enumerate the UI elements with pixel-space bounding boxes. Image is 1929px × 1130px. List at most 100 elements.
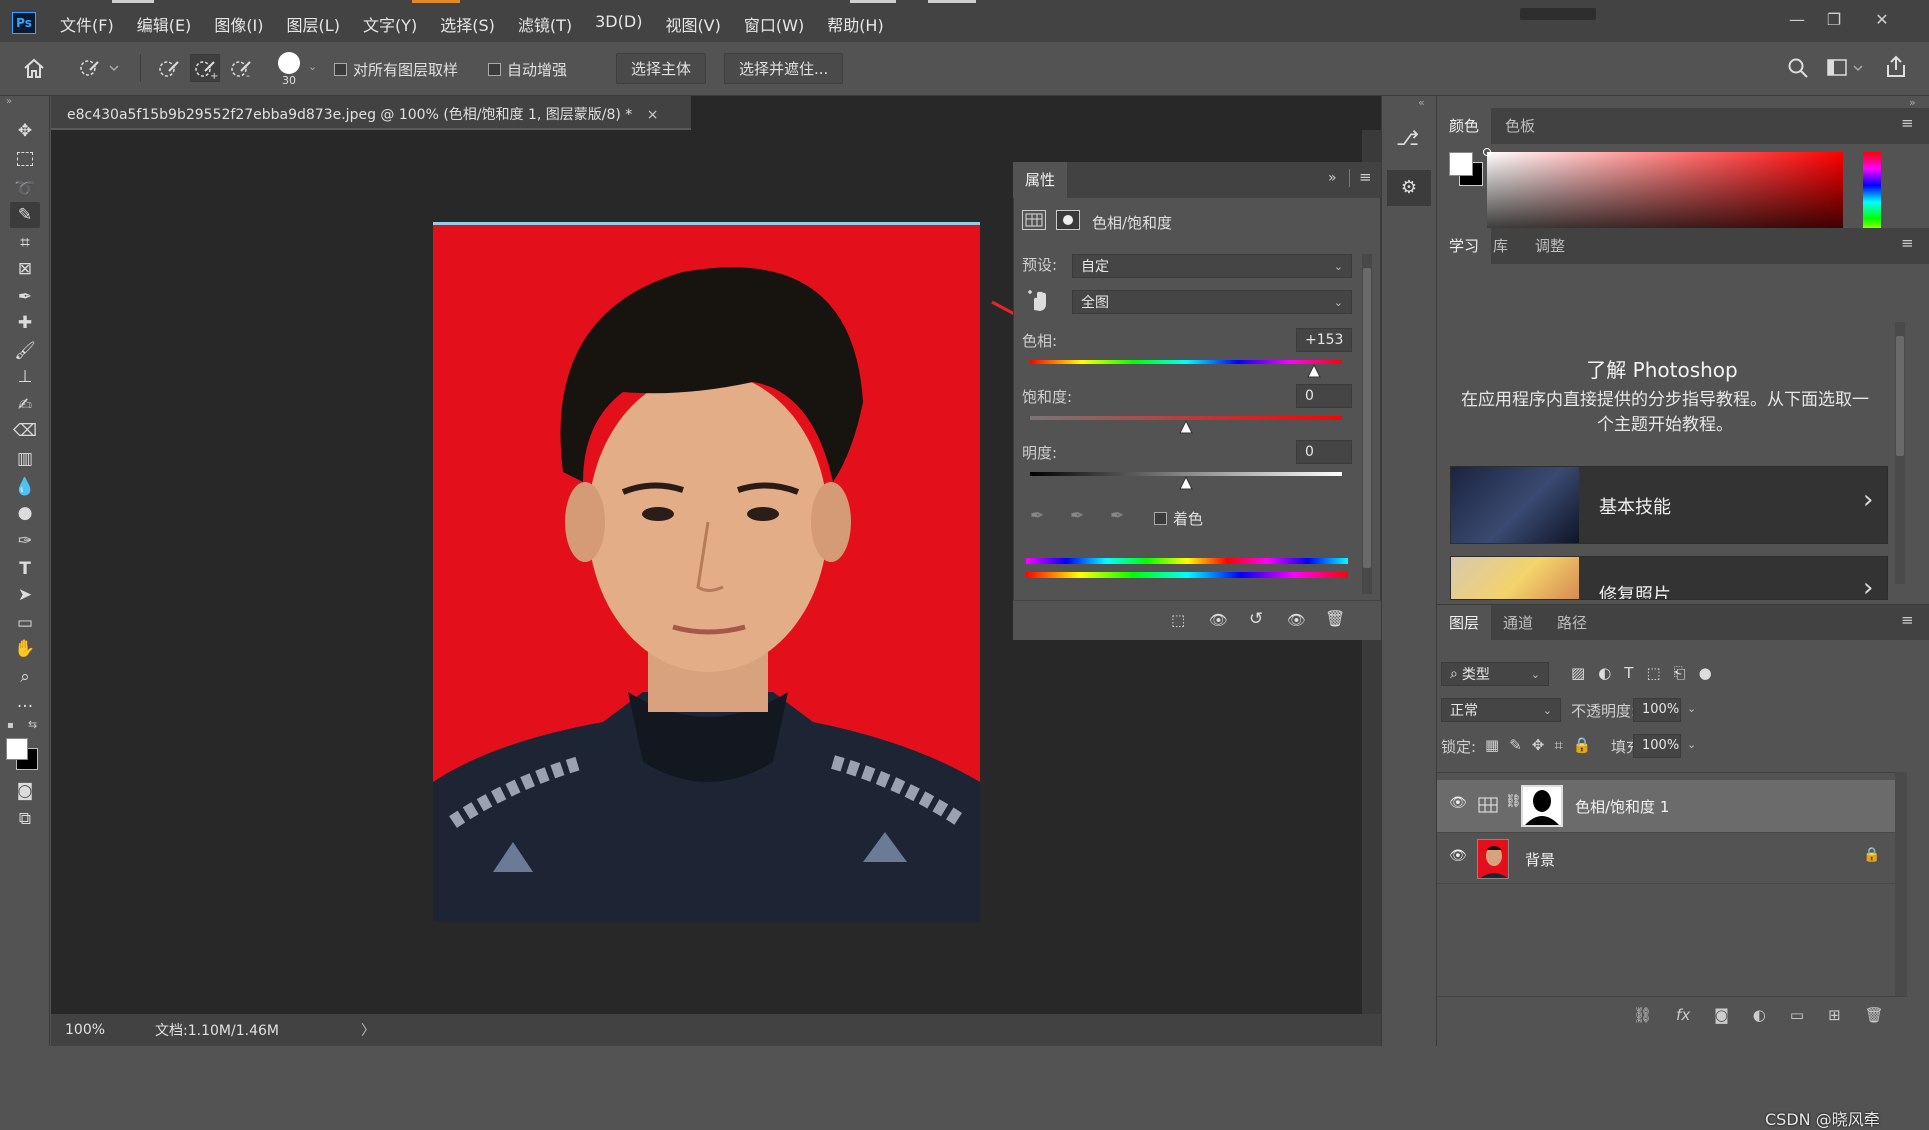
minimize-button[interactable]: — [1785,10,1809,30]
opacity-chevron-icon[interactable]: ⌄ [1687,702,1696,715]
foreground-color-swatch[interactable] [6,738,28,760]
zoom-level[interactable]: 100% [65,1022,105,1038]
document-image[interactable] [433,222,980,922]
sample-all-layers-checkbox[interactable]: 对所有图层取样 [334,59,458,80]
visibility-icon[interactable]: 👁 [1287,611,1306,629]
eyedropper-add-icon[interactable]: ✒ [1070,506,1084,526]
healing-brush-tool-icon[interactable]: ✚ [10,310,40,336]
clip-to-layer-icon[interactable]: ⬚ [1171,611,1185,629]
tab-adjustments[interactable]: 调整 [1523,228,1577,264]
select-and-mask-button[interactable]: 选择并遮住... [724,53,844,84]
zoom-tool-icon[interactable]: ⌕ [10,664,40,690]
lightness-value-input[interactable]: 0 [1296,440,1352,464]
history-panel-icon[interactable]: ⎇ [1396,126,1419,150]
layer-mask-icon[interactable] [1056,210,1080,230]
filter-smart-object-icon[interactable]: ⎗ [1674,664,1686,682]
pen-tool-icon[interactable]: ✑ [10,528,40,554]
reset-icon[interactable]: ↺ [1249,609,1263,629]
select-subject-button[interactable]: 选择主体 [616,53,707,84]
auto-enhance-checkbox[interactable]: 自动增强 [488,59,567,80]
learn-card-fix-photos[interactable]: 修复照片 › [1450,556,1888,600]
more-tools-icon[interactable]: ··· [10,694,40,720]
menu-3d[interactable]: 3D(D) [595,12,642,36]
filter-toggle-icon[interactable]: ● [1699,664,1712,682]
dodge-tool-icon[interactable]: ● [10,500,40,526]
swap-colors-icon[interactable]: ⇆ [28,718,37,731]
quick-selection-tool-icon[interactable] [76,56,122,80]
layer-row-background[interactable]: 👁 背景 🔒 [1437,832,1897,884]
foreground-color-chip[interactable] [1449,152,1473,176]
frame-tool-icon[interactable]: ⊠ [10,256,40,282]
hue-value-input[interactable]: +153 [1296,328,1352,352]
new-adjustment-layer-icon[interactable]: ◐ [1753,1006,1766,1024]
filter-adjustment-icon[interactable]: ◐ [1598,664,1611,682]
lightness-slider-thumb[interactable] [1179,476,1193,490]
workspace-layout-icon[interactable] [1826,57,1866,79]
properties-scrollbar[interactable] [1362,254,1372,594]
expand-toolbar-icon[interactable]: » [6,96,12,107]
close-button[interactable]: ✕ [1870,10,1894,30]
adjustment-layer-icon[interactable] [1022,210,1046,230]
panel-menu-icon[interactable]: ≡ [1359,168,1372,186]
opacity-input[interactable]: 100% [1633,698,1681,722]
layer-name[interactable]: 背景 [1525,849,1555,870]
search-icon[interactable] [1786,56,1810,80]
menu-help[interactable]: 帮助(H) [827,12,884,36]
lock-position-icon[interactable]: ✥ [1532,736,1545,754]
clone-stamp-tool-icon[interactable]: ⊥ [10,364,40,390]
path-selection-tool-icon[interactable]: ➤ [10,582,40,608]
tab-channels[interactable]: 通道 [1491,605,1545,641]
blur-tool-icon[interactable]: 💧 [10,474,40,500]
status-menu-arrow-icon[interactable]: 〉 [361,1020,375,1040]
tab-libraries[interactable]: 库 [1481,228,1520,264]
filter-pixel-icon[interactable]: ▨ [1571,664,1585,682]
properties-panel-button[interactable]: ⚙ [1387,170,1431,206]
default-colors-icon[interactable]: ▪ [7,720,14,731]
quick-selection-tool-icon[interactable]: ✎ [10,202,40,228]
menu-view[interactable]: 视图(V) [665,12,720,36]
menu-image[interactable]: 图像(I) [214,12,263,36]
panel-menu-icon[interactable]: ≡ [1901,611,1914,629]
tab-properties[interactable]: 属性 [1013,162,1067,198]
menu-type[interactable]: 文字(Y) [363,12,417,36]
menu-filter[interactable]: 滤镜(T) [518,12,572,36]
delete-icon[interactable]: 🗑 [1325,609,1345,628]
fill-chevron-icon[interactable]: ⌄ [1687,738,1696,751]
menu-select[interactable]: 选择(S) [440,12,495,36]
lock-all-icon[interactable]: 🔒 [1573,736,1592,754]
lock-image-icon[interactable]: ✎ [1509,736,1522,754]
delete-layer-icon[interactable]: 🗑 [1865,1006,1884,1024]
colorize-checkbox[interactable]: 着色 [1154,508,1203,529]
menu-edit[interactable]: 编辑(E) [137,12,192,36]
hand-tool-icon[interactable]: ✋ [10,636,40,662]
learn-scrollbar[interactable] [1895,322,1905,584]
chain-link-icon[interactable]: ⛓ [1505,794,1522,809]
range-dropdown[interactable]: 全图 ⌄ [1072,290,1352,314]
add-mask-icon[interactable]: ◙ [1714,1006,1729,1024]
new-layer-icon[interactable]: ⊞ [1828,1006,1841,1024]
crop-tool-icon[interactable]: ⌗ [10,230,40,256]
expand-dock-icon[interactable]: « [1418,96,1425,109]
layer-row-hue-saturation[interactable]: 👁 ⛓ 色相/饱和度 1 [1437,780,1897,832]
link-layers-icon[interactable]: ⛓ [1633,1006,1652,1024]
filter-type-icon[interactable]: T [1624,664,1633,682]
marquee-tool-icon[interactable] [10,148,40,174]
restore-button[interactable]: ❐ [1822,10,1846,30]
brush-tool-icon[interactable]: 🖌 [10,338,40,364]
layer-mask-thumbnail[interactable] [1521,785,1563,827]
eraser-tool-icon[interactable]: ⌫ [10,418,40,444]
blend-mode-dropdown[interactable]: 正常 ⌄ [1441,698,1561,722]
type-tool-icon[interactable]: T [10,556,40,582]
move-tool-icon[interactable]: ✥ [10,118,40,144]
subtract-from-selection-icon[interactable]: - [228,56,254,80]
visibility-eye-icon[interactable]: 👁 [1449,795,1467,811]
learn-card-basic-skills[interactable]: 基本技能 › [1450,466,1888,544]
fill-input[interactable]: 100% [1633,734,1681,758]
menu-layer[interactable]: 图层(L) [287,12,340,36]
menu-file[interactable]: 文件(F) [60,12,114,36]
lock-artboard-icon[interactable]: ⌗ [1554,736,1562,754]
targeted-adjustment-hand-icon[interactable] [1026,288,1052,314]
home-icon[interactable] [22,57,46,79]
gradient-tool-icon[interactable]: ▥ [10,446,40,472]
layer-style-fx-icon[interactable]: fx [1676,1006,1690,1024]
